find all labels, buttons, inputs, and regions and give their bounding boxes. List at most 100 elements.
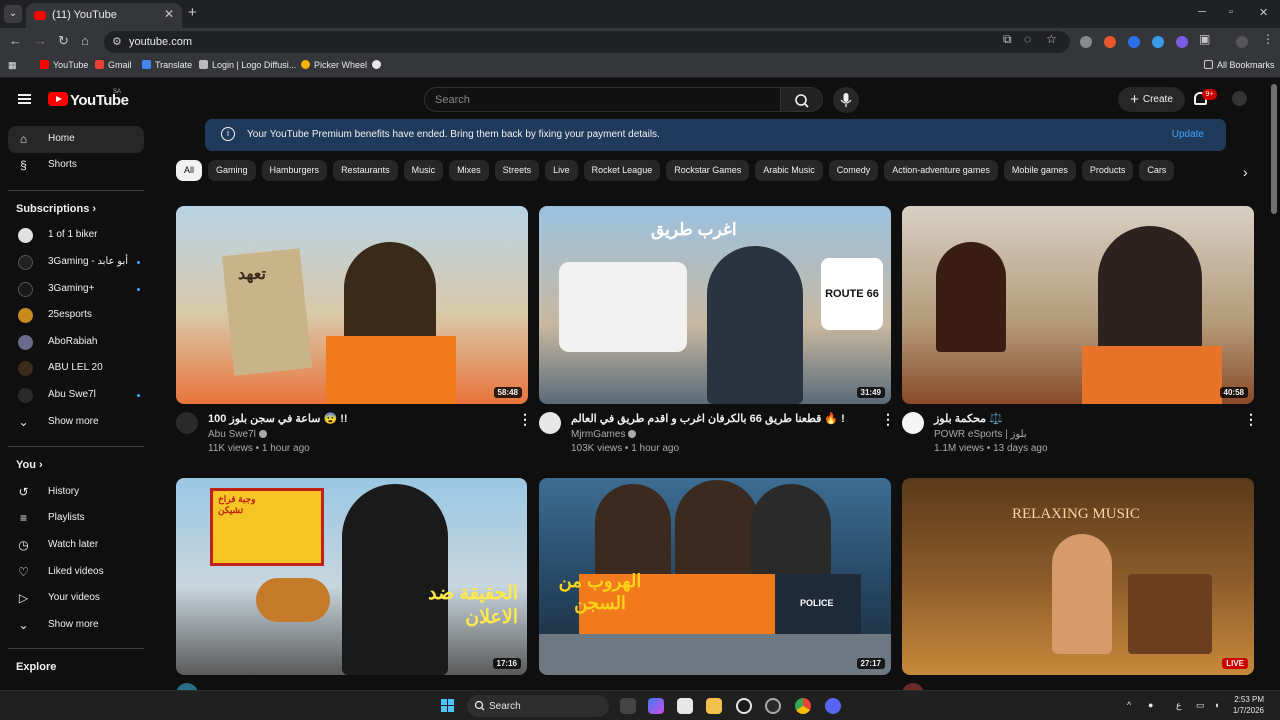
extension-icon[interactable] (1128, 36, 1140, 48)
browser-tab[interactable]: (11) YouTube ✕ (26, 3, 182, 28)
bookmark-youtube[interactable]: YouTube (40, 60, 88, 70)
hide-icon[interactable]: ◌ (1024, 32, 1031, 46)
video-title[interactable]: 100 ساعة في سجن بلوز 😨 !! (208, 412, 348, 425)
windows-start-icon[interactable] (441, 699, 455, 713)
video-title[interactable]: قطعنا طريق 66 بالكرفان اغرب و اقدم طريق … (571, 412, 845, 425)
language-indicator[interactable]: ع (1176, 700, 1181, 711)
sidebar-sub-1-of-1-biker[interactable]: 1 of 1 biker (8, 222, 144, 249)
video-thumbnail[interactable]: تعهد 58:48 (176, 206, 528, 404)
sidebar-subs-show-more[interactable]: ⌄ Show more (8, 409, 144, 436)
search-input[interactable]: Search (424, 87, 781, 112)
chip-all[interactable]: All (176, 160, 203, 181)
install-app-icon[interactable]: ⧉ (1003, 32, 1012, 47)
chip-live[interactable]: Live (545, 160, 578, 181)
new-tab-button[interactable]: + (188, 5, 197, 21)
chip-music[interactable]: Music (403, 160, 444, 181)
sidebar-sub-3gaming-plus[interactable]: 3Gaming+ (8, 276, 144, 303)
mic-tray-icon[interactable]: ● (1148, 700, 1153, 710)
video-channel[interactable]: POWR eSports | بلوز (934, 429, 1027, 440)
more-actions-icon[interactable]: ⋮ (881, 412, 895, 426)
network-icon[interactable]: ▭ (1196, 700, 1205, 711)
video-thumbnail[interactable]: اغرب طريق ROUTE 66 31:49 (539, 206, 891, 404)
sidebar-item-shorts[interactable]: § Shorts (8, 152, 144, 179)
chip-rocket-league[interactable]: Rocket League (583, 160, 661, 181)
taskbar-clock[interactable]: 2:53 PM 1/7/2026 (1230, 694, 1264, 716)
chip-arabic-music[interactable]: Arabic Music (755, 160, 823, 181)
bookmark-picker-wheel[interactable]: Picker Wheel (301, 60, 367, 70)
discord-icon[interactable] (825, 698, 841, 714)
store-icon[interactable] (677, 698, 693, 714)
chip-products[interactable]: Products (1081, 160, 1134, 181)
home-browser-icon[interactable]: ⌂ (81, 34, 89, 48)
close-window-icon[interactable]: ✕ (1259, 6, 1268, 19)
bookmark-translate[interactable]: Translate (142, 60, 192, 70)
sidebar-sub-abu-lel-20[interactable]: ABU LEL 20 (8, 355, 144, 382)
chip-action-adventure[interactable]: Action-adventure games (884, 160, 998, 181)
chip-streets[interactable]: Streets (494, 160, 540, 181)
video-channel[interactable]: MjrmGames (571, 429, 637, 440)
video-thumbnail[interactable]: RELAXING MUSIC LIVE (902, 478, 1254, 675)
sidebar-you-show-more[interactable]: ⌄ Show more (8, 612, 144, 639)
sidebar-item-your-videos[interactable]: ▷ Your videos (8, 585, 144, 612)
copilot-icon[interactable] (648, 698, 664, 714)
video-thumbnail[interactable]: 40:58 (902, 206, 1254, 404)
subscriptions-heading[interactable]: Subscriptions › (16, 203, 96, 215)
forward-icon[interactable]: → (34, 34, 47, 48)
chip-hamburgers[interactable]: Hamburgers (261, 160, 328, 181)
extension-icon[interactable] (1104, 36, 1116, 48)
create-button[interactable]: + Create (1118, 87, 1185, 112)
bookmark-gmail[interactable]: Gmail (95, 60, 132, 70)
search-button[interactable] (781, 87, 823, 112)
chip-rockstar-games[interactable]: Rockstar Games (666, 160, 750, 181)
url-field[interactable]: ⚙ youtube.com (104, 31, 1070, 53)
profile-avatar[interactable] (1236, 36, 1248, 48)
sidebar-sub-aborabiah[interactable]: AboRabiah (8, 329, 144, 356)
maximize-icon[interactable]: ▫ (1229, 6, 1233, 18)
you-heading[interactable]: You › (16, 459, 43, 471)
sidebar-sub-3gaming[interactable]: 3Gaming - أبو عابد (8, 249, 144, 276)
steam-icon[interactable] (765, 698, 781, 714)
all-bookmarks[interactable]: All Bookmarks (1204, 60, 1275, 70)
bookmark-login[interactable]: Login | Logo Diffusi... (199, 60, 296, 70)
account-avatar[interactable] (1232, 91, 1247, 106)
file-explorer-icon[interactable] (706, 698, 722, 714)
bookmark-globe-icon[interactable] (372, 60, 385, 70)
guide-menu-icon[interactable] (18, 94, 31, 104)
chip-restaurants[interactable]: Restaurants (333, 160, 398, 181)
extensions-puzzle-icon[interactable]: ▣ (1199, 32, 1210, 46)
more-actions-icon[interactable]: ⋮ (1244, 412, 1258, 426)
video-channel[interactable]: Abu Swe7l (208, 429, 267, 440)
sidebar-item-history[interactable]: ↺ History (8, 479, 144, 506)
back-icon[interactable]: ← (9, 34, 22, 48)
page-scrollbar[interactable] (1271, 84, 1277, 214)
sidebar-item-home[interactable]: ⌂ Home (8, 126, 144, 153)
taskbar-search[interactable]: Search (467, 695, 609, 717)
sidebar-sub-25esports[interactable]: 25esports (8, 302, 144, 329)
chrome-icon[interactable] (795, 698, 811, 714)
chip-cars[interactable]: Cars (1139, 160, 1175, 181)
channel-avatar[interactable] (902, 412, 924, 434)
video-title[interactable]: محكمة بلوز ⚖️ (934, 412, 1003, 425)
task-view-icon[interactable] (620, 698, 636, 714)
sidebar-item-watch-later[interactable]: ◷ Watch later (8, 532, 144, 559)
site-info-icon[interactable]: ⚙ (112, 35, 122, 48)
tray-overflow-icon[interactable]: ^ (1127, 700, 1131, 710)
volume-icon[interactable]: ◖ (1214, 700, 1219, 710)
close-tab-icon[interactable]: ✕ (164, 7, 174, 21)
chip-mixes[interactable]: Mixes (449, 160, 489, 181)
sidebar-item-playlists[interactable]: ≡ Playlists (8, 505, 144, 532)
apps-grid-icon[interactable]: ▦ (8, 60, 17, 71)
sidebar-item-liked-videos[interactable]: ♡ Liked videos (8, 559, 144, 586)
chevron-right-icon[interactable]: › (1243, 164, 1248, 180)
video-thumbnail[interactable]: وجبة فراخ تشيكن الحقيقة ضد الاعلان 17:16 (176, 478, 527, 675)
chip-mobile-games[interactable]: Mobile games (1003, 160, 1076, 181)
settings-icon[interactable] (736, 698, 752, 714)
extension-icon[interactable] (1176, 36, 1188, 48)
sidebar-sub-abu-swe7l[interactable]: Abu Swe7l (8, 382, 144, 409)
chip-comedy[interactable]: Comedy (828, 160, 879, 181)
tab-list-button[interactable]: ⌄ (4, 5, 22, 23)
video-thumbnail[interactable]: POLICE الهروب من السجن 27:17 (539, 478, 891, 675)
extension-icon[interactable] (1080, 36, 1092, 48)
bookmark-star-icon[interactable]: ☆ (1046, 32, 1057, 46)
voice-search-button[interactable] (833, 87, 859, 113)
